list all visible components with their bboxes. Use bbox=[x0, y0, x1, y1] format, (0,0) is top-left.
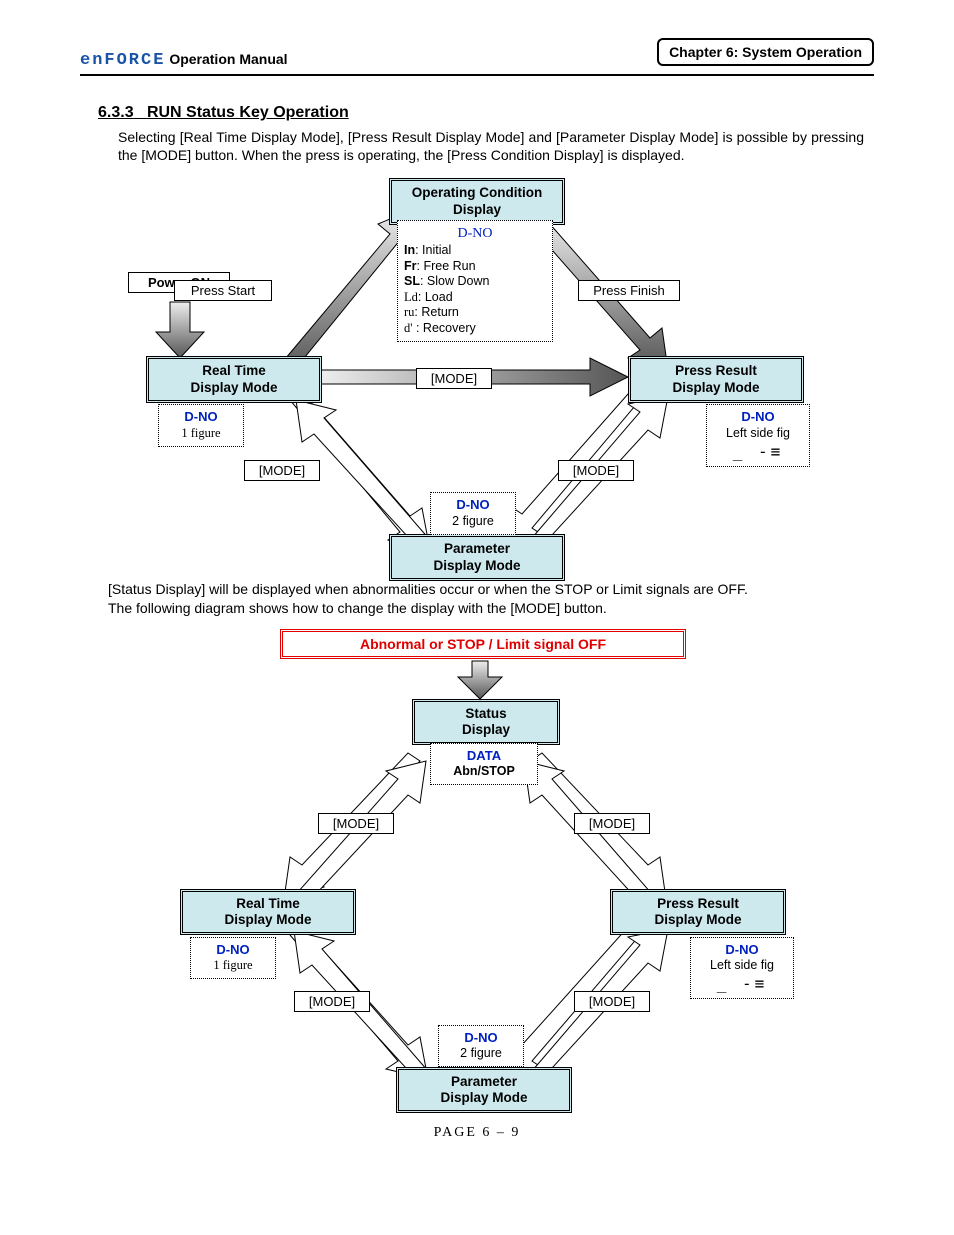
parameter-box-2: ParameterDisplay Mode bbox=[396, 1067, 572, 1113]
press-start-label: Press Start bbox=[174, 280, 272, 301]
status-para-a: [Status Display] will be displayed when … bbox=[108, 580, 864, 598]
dno-1fig: D-NO 1 figure bbox=[158, 404, 244, 446]
status-para-b: The following diagram shows how to chang… bbox=[108, 599, 864, 617]
press-result-box: Press ResultDisplay Mode bbox=[628, 356, 804, 402]
mode-bl: [MODE] bbox=[244, 460, 320, 481]
status-display-box: StatusDisplay bbox=[412, 699, 560, 745]
dno-1fig-2: D-NO 1 figure bbox=[190, 937, 276, 979]
dno-2fig-2: D-NO 2 figure bbox=[438, 1025, 524, 1067]
brand-logo: enFORCE bbox=[80, 51, 165, 70]
press-finish-label: Press Finish bbox=[578, 280, 680, 301]
seg-display-icon-2: _ -≡ bbox=[697, 974, 787, 994]
chapter-box: Chapter 6: System Operation bbox=[657, 38, 874, 66]
parameter-box: ParameterDisplay Mode bbox=[389, 534, 565, 580]
diagram-run-status: Power ON Operating Condition Display D-N… bbox=[80, 170, 874, 580]
section-number: 6.3.3 bbox=[98, 104, 134, 121]
header-left: enFORCE Operation Manual bbox=[80, 51, 288, 70]
abnormal-box: Abnormal or STOP / Limit signal OFF bbox=[280, 629, 686, 659]
intro-paragraph: Selecting [Real Time Display Mode], [Pre… bbox=[118, 128, 864, 164]
mode-ur: [MODE] bbox=[574, 813, 650, 834]
real-time-box-2: Real TimeDisplay Mode bbox=[180, 889, 356, 935]
diagram-status-display: Abnormal or STOP / Limit signal OFF Stat… bbox=[80, 621, 874, 1121]
page-footer: PAGE 6 – 9 bbox=[80, 1125, 874, 1141]
dno-leftfig-2: D-NO Left side fig _ -≡ bbox=[690, 937, 794, 999]
dno-legend: D-NO In: Initial Fr: Free Run SL: Slow D… bbox=[397, 220, 553, 341]
dno-2fig: D-NO 2 figure bbox=[430, 492, 516, 534]
mode-ul: [MODE] bbox=[318, 813, 394, 834]
data-abn-box: DATA Abn/STOP bbox=[430, 743, 538, 785]
page-header: enFORCE Operation Manual Chapter 6: Syst… bbox=[80, 38, 874, 76]
section-title-text: RUN Status Key Operation bbox=[147, 104, 349, 121]
mode-center: [MODE] bbox=[416, 368, 492, 389]
seg-display-icon: _ -≡ bbox=[713, 442, 803, 462]
manual-title: Operation Manual bbox=[169, 51, 287, 67]
section-heading: 6.3.3 RUN Status Key Operation bbox=[98, 104, 874, 122]
real-time-box: Real TimeDisplay Mode bbox=[146, 356, 322, 402]
mode-lr: [MODE] bbox=[574, 991, 650, 1012]
mode-br: [MODE] bbox=[558, 460, 634, 481]
operating-condition-box: Operating Condition Display bbox=[389, 178, 565, 224]
press-result-box-2: Press ResultDisplay Mode bbox=[610, 889, 786, 935]
mode-ll: [MODE] bbox=[294, 991, 370, 1012]
dno-leftfig: D-NO Left side fig _ -≡ bbox=[706, 404, 810, 466]
